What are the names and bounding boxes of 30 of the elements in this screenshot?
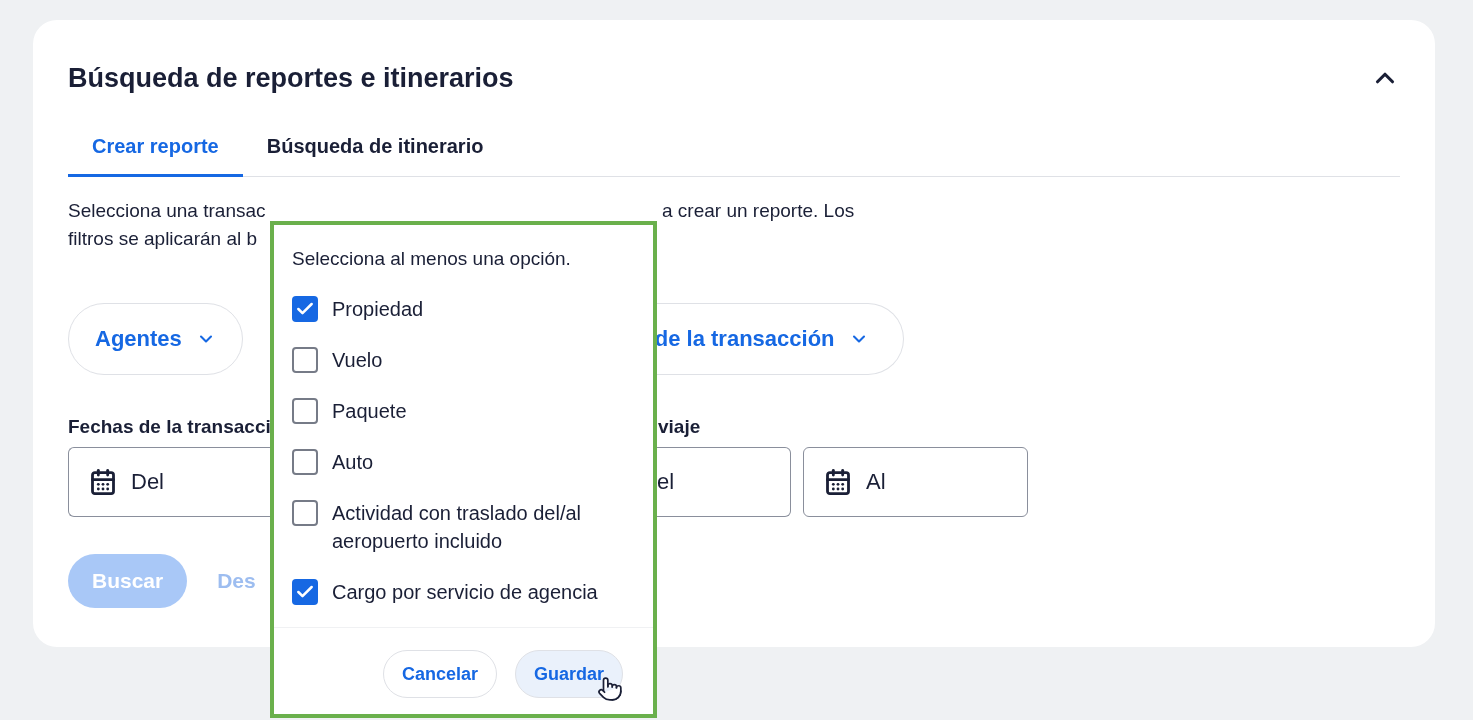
field-label: viaje (658, 415, 701, 439)
option-label: Paquete (332, 399, 407, 424)
date-field[interactable]: Al (803, 447, 1028, 517)
filter-dropdown[interactable]: Agentes (68, 303, 243, 375)
cancel-button[interactable]: Cancelar (382, 650, 497, 698)
checkbox[interactable] (292, 449, 318, 475)
description-text: filtros se aplicarán al b (68, 227, 259, 251)
date-field[interactable]: el (657, 447, 791, 517)
description-text: a crear un reporte. Los (662, 199, 855, 223)
option-label: Propiedad (332, 297, 424, 322)
date-field[interactable]: Del (68, 447, 270, 517)
checkbox[interactable] (292, 296, 318, 322)
description-text: Selecciona una transac (68, 199, 267, 223)
save-button[interactable]: Guardar (514, 650, 623, 698)
checkbox[interactable] (292, 500, 318, 526)
checkbox[interactable] (292, 579, 318, 605)
tab[interactable]: Búsqueda de itinerario (242, 135, 508, 177)
checkbox[interactable] (292, 398, 318, 424)
calendar-icon (824, 468, 852, 496)
card-title: Búsqueda de reportes e itinerarios (68, 62, 514, 94)
calendar-icon (89, 468, 117, 496)
checkbox[interactable] (292, 347, 318, 373)
option-label: Actividad con traslado del/al aeropuerto incluido (332, 501, 583, 554)
tab[interactable]: Crear reporte (68, 135, 243, 177)
option-label: Cargo por servicio de agencia (332, 580, 598, 605)
option-label: Vuelo (332, 348, 383, 373)
instruction-text: Selecciona al menos una opción. (291, 247, 572, 271)
field-label: Fechas de la transacci (68, 415, 270, 439)
option-label: Auto (332, 450, 374, 475)
filter-dropdown[interactable]: de la transacción (654, 303, 904, 375)
